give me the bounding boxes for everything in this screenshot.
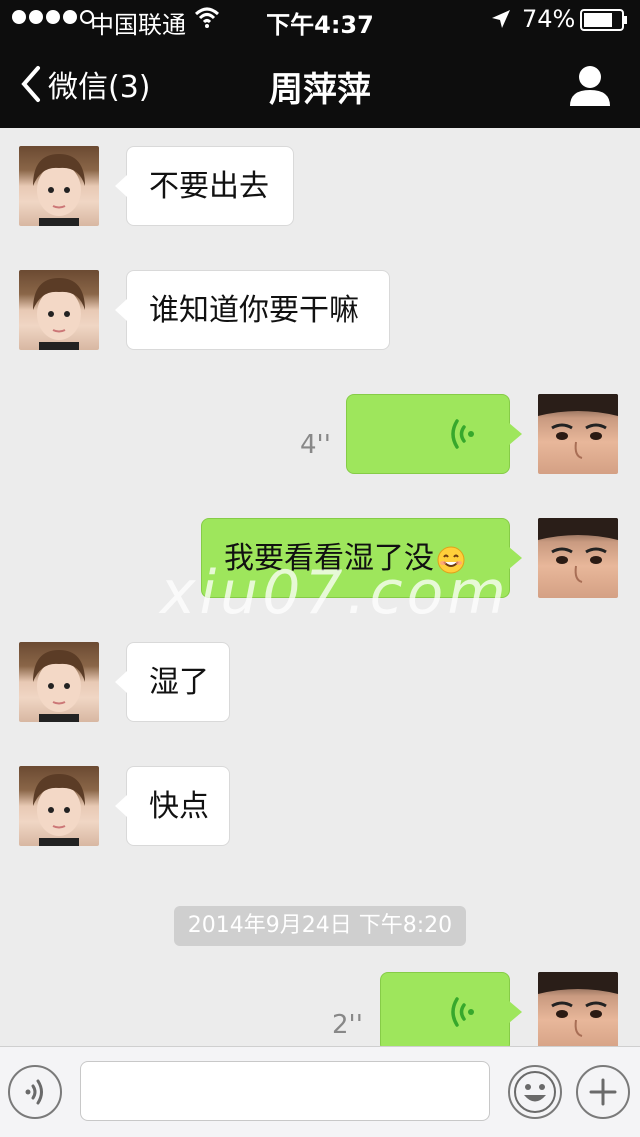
message-bubble-outgoing[interactable]: 我要看看湿了没 xyxy=(201,518,522,598)
message-bubble-incoming[interactable]: 不要出去 xyxy=(115,146,294,226)
my-avatar[interactable] xyxy=(538,972,618,1046)
contact-avatar[interactable] xyxy=(19,766,99,846)
voice-duration: 2'' xyxy=(332,1010,363,1040)
voice-message-bubble[interactable] xyxy=(380,972,522,1046)
voice-input-button[interactable] xyxy=(8,1065,62,1119)
message-text: 不要出去 xyxy=(149,169,269,204)
smiley-emoji-icon xyxy=(437,546,465,573)
nav-bar: 微信(3) 周萍萍 xyxy=(0,40,640,128)
location-arrow-icon xyxy=(492,10,510,28)
message-bubble-incoming[interactable]: 快点 xyxy=(115,766,230,846)
chat-area[interactable]: 不要出去 谁知道你要干嘛 4'' 我要看看湿了没 xiu07.com 湿了 快点 xyxy=(0,128,640,1046)
battery-icon xyxy=(580,9,627,31)
smiley-icon xyxy=(514,1071,556,1113)
message-text: 湿了 xyxy=(149,665,209,700)
plus-icon xyxy=(589,1078,617,1106)
my-avatar[interactable] xyxy=(538,394,618,474)
contact-avatar[interactable] xyxy=(19,146,99,226)
more-button[interactable] xyxy=(576,1065,630,1119)
message-text: 谁知道你要干嘛 xyxy=(149,293,359,328)
chat-title: 周萍萍 xyxy=(269,70,371,110)
timestamp-divider: 2014年9月24日 下午8:20 xyxy=(174,906,466,946)
contact-avatar[interactable] xyxy=(19,642,99,722)
emoji-button[interactable] xyxy=(508,1065,562,1119)
message-input[interactable] xyxy=(80,1061,490,1121)
voice-message-bubble[interactable] xyxy=(346,394,522,474)
voice-duration: 4'' xyxy=(300,430,331,460)
person-icon[interactable] xyxy=(568,64,612,106)
status-bar: 中国联通 下午4:37 74% xyxy=(0,0,640,40)
input-bar xyxy=(0,1046,640,1137)
message-text: 快点 xyxy=(149,789,209,824)
message-text: 我要看看湿了没 xyxy=(224,541,434,576)
contact-avatar[interactable] xyxy=(19,270,99,350)
voice-wave-icon xyxy=(451,997,474,1027)
battery-percent: 74% xyxy=(522,5,576,33)
voice-wave-icon xyxy=(451,419,474,449)
message-bubble-incoming[interactable]: 湿了 xyxy=(115,642,230,722)
message-bubble-incoming[interactable]: 谁知道你要干嘛 xyxy=(115,270,390,350)
my-avatar[interactable] xyxy=(538,518,618,598)
voice-wave-icon xyxy=(25,1079,43,1105)
